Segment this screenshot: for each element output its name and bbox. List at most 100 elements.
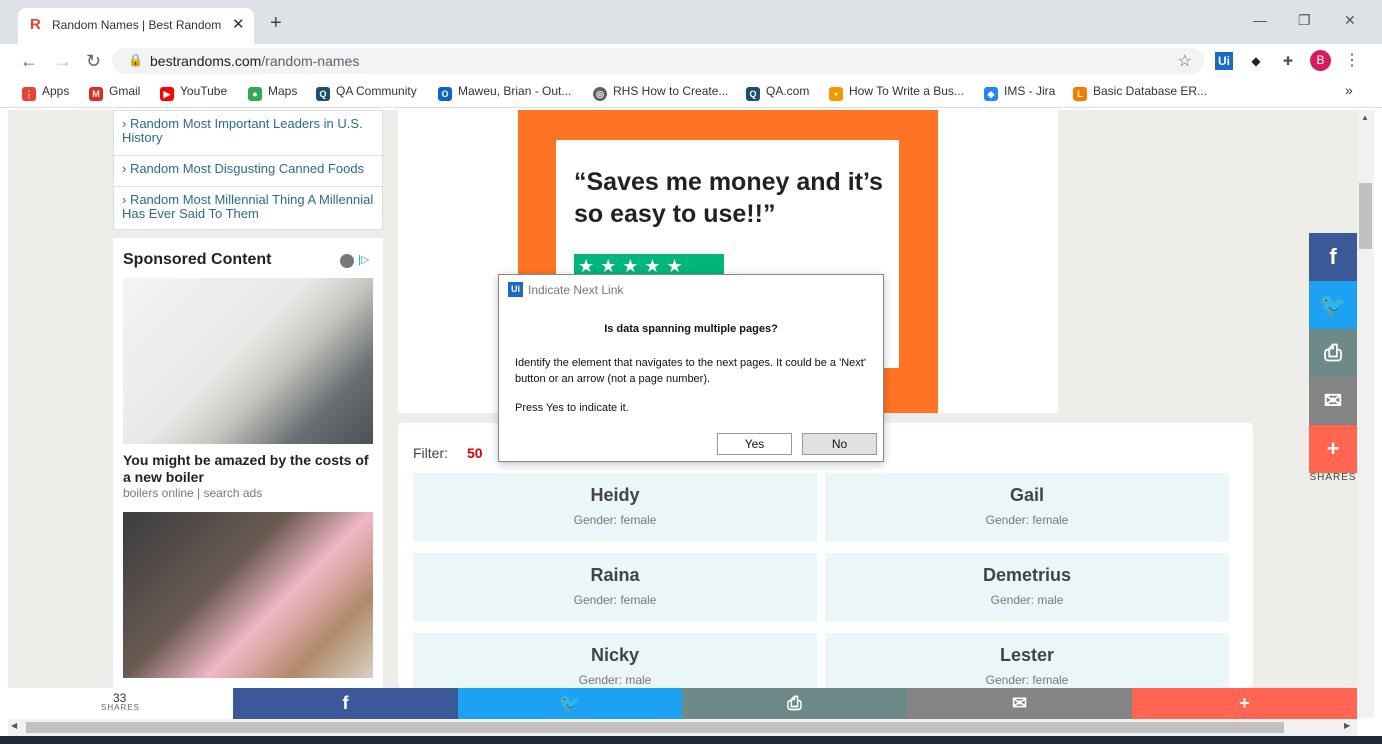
bookmark-youtube[interactable]: ▶ YouTube xyxy=(160,84,227,101)
name-text: Heidy xyxy=(590,485,640,505)
bookmark-apps[interactable]: ⋮ Apps xyxy=(22,84,69,101)
no-button[interactable]: No xyxy=(802,433,877,455)
name-text: Nicky xyxy=(590,645,640,665)
shares-label: SHARES xyxy=(1309,472,1357,483)
ad-image-couple[interactable] xyxy=(123,512,373,678)
ad-source: boilers online | search ads xyxy=(123,486,263,500)
url-text: bestrandoms.com/random-names xyxy=(150,53,360,69)
bookmarks-overflow-icon[interactable]: » xyxy=(1345,82,1353,98)
close-window-icon[interactable]: ✕ xyxy=(1344,12,1356,29)
sidebar-link[interactable]: › Random Most Disgusting Canned Foods xyxy=(122,162,376,176)
name-card: Lester Gender: female xyxy=(825,633,1229,688)
restore-icon[interactable]: ❐ xyxy=(1298,12,1311,29)
bookmark-database-er[interactable]: L Basic Database ER... xyxy=(1073,84,1207,101)
share-print-button[interactable]: ⎙ xyxy=(1309,329,1357,377)
gender-text: Gender: male xyxy=(578,673,652,687)
yes-button[interactable]: Yes xyxy=(717,433,792,455)
qa-icon: Q xyxy=(316,87,330,101)
dialog-title: Indicate Next Link xyxy=(528,283,624,297)
sidebar-link[interactable]: › Random Most Important Leaders in U.S. … xyxy=(122,117,376,145)
vertical-scroll-thumb[interactable] xyxy=(1359,183,1372,249)
name-text: Lester xyxy=(999,645,1055,665)
gender-text: Gender: female xyxy=(573,593,657,607)
bookmark-jira[interactable]: ◆ IMS - Jira xyxy=(984,84,1055,101)
share-facebook-button[interactable]: f xyxy=(1309,233,1357,281)
apps-grid-icon: ⋮ xyxy=(22,87,36,101)
bookmark-qa-com[interactable]: Q QA.com xyxy=(746,84,809,101)
gender-text: Gender: male xyxy=(990,593,1064,607)
bookmark-outlook[interactable]: O Maweu, Brian - Out... xyxy=(438,84,571,101)
youtube-icon: ▶ xyxy=(160,87,174,101)
forward-icon[interactable]: → xyxy=(54,51,72,72)
dots-icon: • xyxy=(829,87,843,101)
layers-extension-icon[interactable]: ◆ xyxy=(1247,52,1265,70)
maps-pin-icon: ● xyxy=(248,87,262,101)
share-twitter-button[interactable]: 🐦 xyxy=(1309,281,1357,329)
sponsored-title: Sponsored Content xyxy=(123,251,272,268)
ad-headline[interactable]: You might be amazed by the costs of a ne… xyxy=(123,452,375,486)
bookmark-qa-community[interactable]: Q QA Community xyxy=(316,84,417,101)
extensions-puzzle-icon[interactable]: ✚ xyxy=(1279,52,1297,70)
divider xyxy=(114,155,382,156)
scroll-left-icon[interactable]: ◀ xyxy=(11,721,17,730)
name-text: Raina xyxy=(590,565,640,585)
scroll-up-icon[interactable]: ▲ xyxy=(1361,113,1369,122)
name-card: Demetrius Gender: male xyxy=(825,553,1229,622)
share-count-label: SHARES xyxy=(101,703,140,712)
gender-text: Gender: female xyxy=(985,513,1069,527)
tab-title: Random Names | Best Random T xyxy=(52,18,224,32)
divider xyxy=(114,186,382,187)
outlook-icon: O xyxy=(438,87,452,101)
lock-icon: 🔒 xyxy=(128,53,143,67)
minimize-icon[interactable]: — xyxy=(1253,12,1267,28)
profile-avatar[interactable]: B xyxy=(1310,50,1331,71)
gmail-icon: M xyxy=(89,87,103,101)
name-text: Gail xyxy=(1009,485,1044,505)
adchoices-play-icon[interactable]: |▷ xyxy=(358,253,369,266)
name-card: Raina Gender: female xyxy=(413,553,817,622)
bookmark-gmail[interactable]: M Gmail xyxy=(89,84,140,101)
share-email-button[interactable]: ✉ xyxy=(1309,377,1357,425)
name-card: Heidy Gender: female xyxy=(413,473,817,542)
menu-kebab-icon[interactable]: ⋮ xyxy=(1343,52,1361,70)
lucid-icon: L xyxy=(1073,87,1087,101)
filter-label: Filter: xyxy=(413,445,448,461)
favicon-icon: R xyxy=(30,16,41,33)
qa-icon: Q xyxy=(746,87,760,101)
uipath-icon: Ui xyxy=(508,282,523,297)
new-tab-icon[interactable]: + xyxy=(270,12,282,35)
name-text: Demetrius xyxy=(982,565,1072,585)
bottom-more-button[interactable]: + xyxy=(1132,688,1357,719)
bookmark-star-icon[interactable]: ☆ xyxy=(1178,51,1192,71)
related-links-card: › Random Most Important Leaders in U.S. … xyxy=(113,110,383,230)
scroll-right-icon[interactable]: ▶ xyxy=(1344,721,1350,730)
dialog-question: Is data spanning multiple pages? xyxy=(604,323,778,335)
gender-text: Gender: female xyxy=(985,673,1069,687)
ad-quote: “Saves me money and it’s so easy to use!… xyxy=(574,168,883,228)
reload-icon[interactable]: ↻ xyxy=(86,51,101,72)
filter-count[interactable]: 50 xyxy=(467,445,483,461)
browser-tab[interactable]: R Random Names | Best Random T ✕ xyxy=(18,8,254,44)
horizontal-scroll-thumb[interactable] xyxy=(26,722,1284,733)
address-bar[interactable]: 🔒 bestrandoms.com/random-names ☆ xyxy=(112,48,1204,74)
bookmark-how-to-write[interactable]: • How To Write a Bus... xyxy=(829,84,964,101)
ad-image-boiler[interactable] xyxy=(123,278,373,444)
back-icon[interactable]: ← xyxy=(20,51,38,72)
bottom-twitter-button[interactable]: 🐦 xyxy=(458,688,682,719)
bookmark-maps[interactable]: ● Maps xyxy=(248,84,297,101)
close-tab-icon[interactable]: ✕ xyxy=(232,15,245,33)
name-card: Gail Gender: female xyxy=(825,473,1229,542)
share-more-button[interactable]: + xyxy=(1309,425,1357,473)
adchoices-icon[interactable] xyxy=(340,254,354,268)
sidebar-link[interactable]: › Random Most Millennial Thing A Millenn… xyxy=(122,193,376,221)
bottom-print-button[interactable]: ⎙ xyxy=(682,688,907,719)
globe-icon: ◎ xyxy=(593,87,607,101)
uipath-extension-icon[interactable]: Ui xyxy=(1215,52,1233,70)
bottom-facebook-button[interactable]: f xyxy=(233,688,458,719)
os-taskbar xyxy=(0,736,1382,744)
bottom-email-button[interactable]: ✉ xyxy=(907,688,1132,719)
gender-text: Gender: female xyxy=(573,513,657,527)
dialog-instruction: Press Yes to indicate it. xyxy=(515,402,629,414)
bookmark-rhs[interactable]: ◎ RHS How to Create... xyxy=(593,84,728,101)
jira-icon: ◆ xyxy=(984,87,998,101)
